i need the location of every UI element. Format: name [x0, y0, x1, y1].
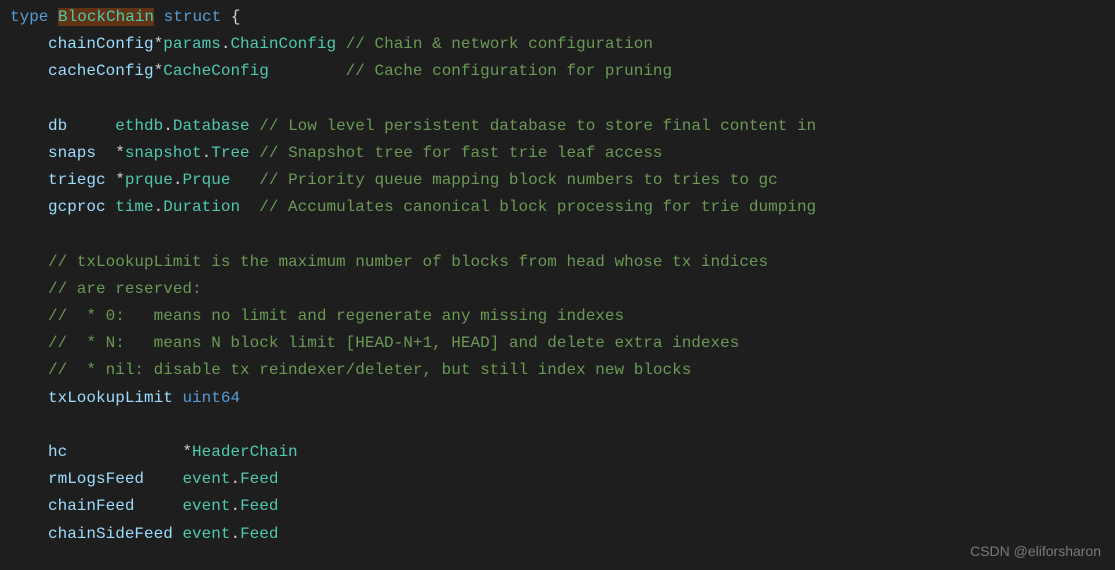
comment: // Low level persistent database to stor… — [259, 117, 816, 135]
type-prefix — [106, 198, 116, 216]
type-name: ChainConfig — [230, 35, 336, 53]
code-line: hc *HeaderChain — [10, 439, 1105, 466]
comment: // Snapshot tree for fast trie leaf acce… — [259, 144, 662, 162]
comment: // Accumulates canonical block processin… — [259, 198, 816, 216]
type-name: Prque — [182, 171, 230, 189]
comment: // * 0: means no limit and regenerate an… — [48, 307, 624, 325]
type-name: Duration — [163, 198, 240, 216]
field-name: txLookupLimit — [48, 389, 173, 407]
field-name: db — [48, 117, 67, 135]
code-line — [10, 222, 1105, 249]
open-brace: { — [231, 8, 241, 26]
code-line — [10, 412, 1105, 439]
code-line: chainSideFeed event.Feed — [10, 521, 1105, 548]
type-prefix: * — [154, 62, 164, 80]
type-package: params — [163, 35, 221, 53]
comment: // txLookupLimit is the maximum number o… — [48, 253, 768, 271]
type-prefix: * — [106, 144, 125, 162]
type-prefix — [173, 525, 183, 543]
type-prefix: * — [106, 171, 125, 189]
comment: // * N: means N block limit [HEAD-N+1, H… — [48, 334, 739, 352]
field-name: gcproc — [48, 198, 106, 216]
comment: // Cache configuration for pruning — [346, 62, 672, 80]
type-prefix — [173, 497, 183, 515]
code-line: // * nil: disable tx reindexer/deleter, … — [10, 357, 1105, 384]
code-line: db ethdb.Database // Low level persisten… — [10, 113, 1105, 140]
struct-name: BlockChain — [58, 8, 154, 26]
type-name: HeaderChain — [192, 443, 298, 461]
comment: // are reserved: — [48, 280, 202, 298]
code-line: gcproc time.Duration // Accumulates cano… — [10, 194, 1105, 221]
type-package: time — [115, 198, 153, 216]
code-line — [10, 86, 1105, 113]
comment: // * nil: disable tx reindexer/deleter, … — [48, 361, 691, 379]
field-name: snaps — [48, 144, 96, 162]
field-name: triegc — [48, 171, 106, 189]
field-name: cacheConfig — [48, 62, 154, 80]
code-block: type BlockChain struct {chainConfig*para… — [10, 4, 1105, 548]
type-package: event — [182, 470, 230, 488]
type-name: Tree — [211, 144, 249, 162]
type-prefix — [173, 470, 183, 488]
code-line: txLookupLimit uint64 — [10, 385, 1105, 412]
code-line: cacheConfig*CacheConfig // Cache configu… — [10, 58, 1105, 85]
field-name: chainConfig — [48, 35, 154, 53]
field-name: rmLogsFeed — [48, 470, 144, 488]
type-name: Feed — [240, 470, 278, 488]
code-line: snaps *snapshot.Tree // Snapshot tree fo… — [10, 140, 1105, 167]
type-prefix — [106, 117, 116, 135]
type-name: Database — [173, 117, 250, 135]
code-line: // txLookupLimit is the maximum number o… — [10, 249, 1105, 276]
code-line: chainConfig*params.ChainConfig // Chain … — [10, 31, 1105, 58]
keyword-type: type — [10, 8, 48, 26]
type-package: event — [182, 497, 230, 515]
type-prefix: * — [154, 35, 164, 53]
comment: // Chain & network configuration — [346, 35, 653, 53]
type-prefix: * — [173, 443, 192, 461]
type-prefix — [173, 389, 183, 407]
comment: // Priority queue mapping block numbers … — [259, 171, 777, 189]
type-package: snapshot — [125, 144, 202, 162]
type-package: prque — [125, 171, 173, 189]
struct-declaration: type BlockChain struct { — [10, 4, 1105, 31]
type-package: ethdb — [115, 117, 163, 135]
type-name: CacheConfig — [163, 62, 269, 80]
type-name: uint64 — [182, 389, 240, 407]
code-line: triegc *prque.Prque // Priority queue ma… — [10, 167, 1105, 194]
type-name: Feed — [240, 497, 278, 515]
field-name: chainSideFeed — [48, 525, 173, 543]
code-line: chainFeed event.Feed — [10, 493, 1105, 520]
code-line: // * 0: means no limit and regenerate an… — [10, 303, 1105, 330]
type-package: event — [182, 525, 230, 543]
watermark: CSDN @eliforsharon — [970, 540, 1101, 564]
keyword-struct: struct — [164, 8, 222, 26]
code-line: // * N: means N block limit [HEAD-N+1, H… — [10, 330, 1105, 357]
field-name: chainFeed — [48, 497, 134, 515]
code-line: rmLogsFeed event.Feed — [10, 466, 1105, 493]
code-line: // are reserved: — [10, 276, 1105, 303]
field-name: hc — [48, 443, 67, 461]
type-name: Feed — [240, 525, 278, 543]
